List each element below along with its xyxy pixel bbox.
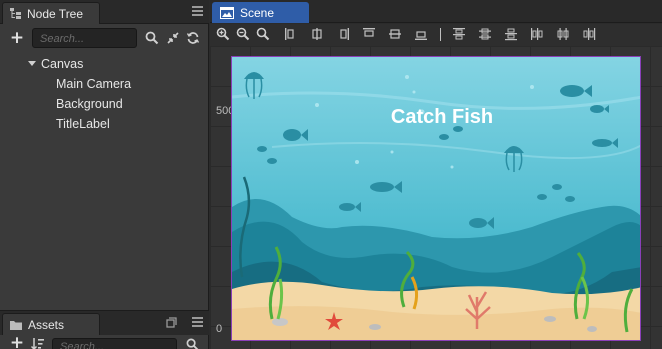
toolbar-divider — [440, 28, 441, 41]
distribute-top-icon[interactable] — [452, 27, 466, 41]
refresh-icon[interactable] — [186, 31, 200, 45]
assets-tab-label: Assets — [28, 317, 65, 332]
node-tree-tab-label: Node Tree — [27, 6, 84, 21]
scene-tabbar: Scene — [210, 0, 662, 23]
distribute-middle-icon[interactable] — [478, 27, 492, 41]
align-left-icon[interactable] — [284, 27, 298, 41]
align-right-icon[interactable] — [336, 27, 350, 41]
distribute-bottom-icon[interactable] — [504, 27, 518, 41]
expand-arrow-icon[interactable] — [28, 61, 36, 66]
zoom-out-icon[interactable] — [236, 27, 250, 41]
distribute-left-icon[interactable] — [530, 27, 544, 41]
add-node-button[interactable]: + — [9, 30, 25, 47]
search-icon[interactable] — [145, 31, 159, 45]
ruler-label-0: 0 — [216, 323, 223, 335]
scene-toolbar — [210, 24, 662, 46]
scene-tab-label: Scene — [240, 5, 275, 20]
assets-toolbar: + — [0, 335, 209, 349]
align-bottom-icon[interactable] — [414, 27, 428, 41]
sort-icon[interactable] — [31, 337, 45, 349]
tree-item-canvas[interactable]: Canvas — [41, 55, 83, 73]
canvas-frame[interactable]: Catch Fish — [231, 56, 641, 341]
align-top-icon[interactable] — [362, 27, 376, 41]
node-tree-menu-icon[interactable] — [192, 6, 203, 16]
node-tree-tab[interactable]: Node Tree — [2, 2, 100, 24]
scene-tab[interactable]: Scene — [212, 2, 309, 23]
asset-search-icon[interactable] — [186, 338, 199, 349]
folder-icon — [10, 320, 22, 330]
tree-item-background[interactable]: Background — [56, 95, 123, 113]
assets-menu-icon[interactable] — [192, 317, 203, 327]
background-image — [232, 57, 640, 340]
node-search-input[interactable] — [40, 31, 132, 46]
node-tree-tabbar: Node Tree — [0, 0, 209, 24]
node-tree-toolbar: + — [0, 26, 209, 52]
asset-search-box[interactable] — [52, 338, 177, 349]
align-center-h-icon[interactable] — [310, 27, 324, 41]
distribute-right-icon[interactable] — [582, 27, 596, 41]
asset-search-input[interactable] — [60, 340, 170, 349]
scene-viewport[interactable]: 500 0 Catch Fish — [210, 46, 662, 349]
scene-panel: Scene 500 0 Catch Fish — [210, 0, 662, 349]
align-middle-v-icon[interactable] — [388, 27, 402, 41]
add-asset-button[interactable]: + — [9, 335, 25, 349]
zoom-in-icon[interactable] — [216, 27, 230, 41]
assets-tab[interactable]: Assets — [2, 313, 100, 335]
zoom-reset-icon[interactable] — [256, 27, 270, 41]
maximize-icon[interactable] — [166, 317, 177, 328]
assets-panel: Assets + — [0, 310, 209, 349]
assets-tabbar: Assets — [0, 311, 209, 335]
node-search-box[interactable] — [32, 28, 137, 48]
tree-item-main-camera[interactable]: Main Camera — [56, 75, 131, 93]
collapse-all-icon[interactable] — [166, 31, 180, 45]
node-tree-panel: Node Tree + Canvas Main Camera Backgroun… — [0, 0, 209, 310]
node-tree-icon — [10, 8, 21, 19]
distribute-center-icon[interactable] — [556, 27, 570, 41]
title-label[interactable]: Catch Fish — [232, 106, 640, 129]
scene-icon — [220, 6, 234, 19]
tree-item-title-label[interactable]: TitleLabel — [56, 115, 110, 133]
